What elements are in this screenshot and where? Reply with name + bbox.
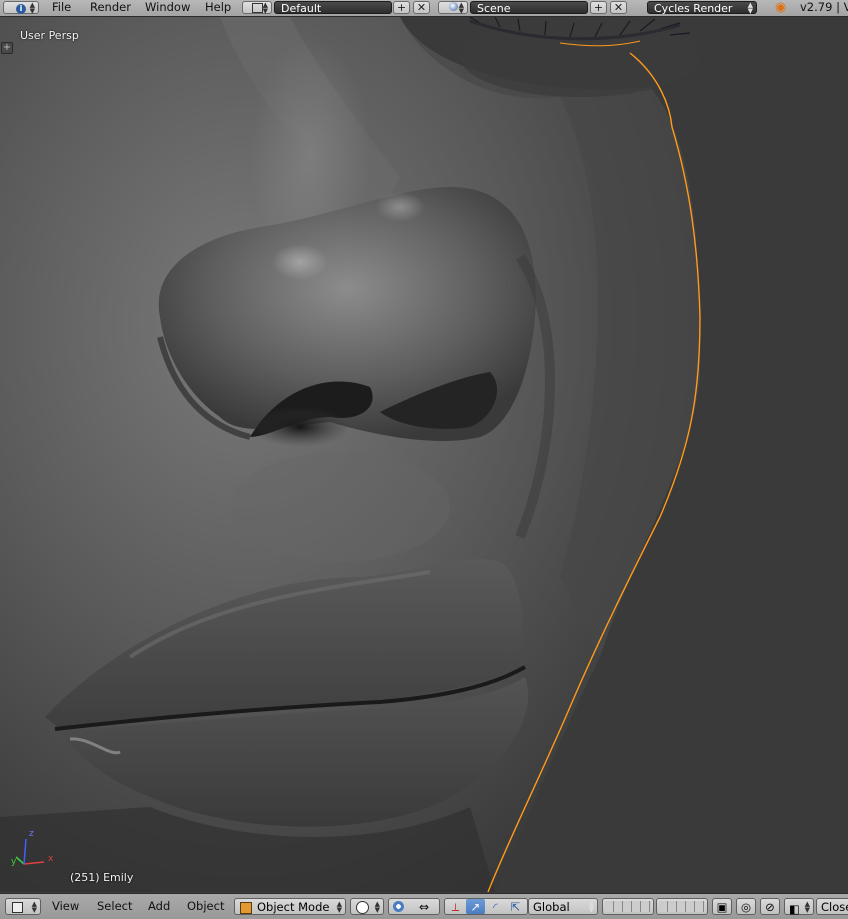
- render-circle-icon: ◎: [740, 900, 752, 914]
- editor-type-button[interactable]: ▲ ▼: [5, 898, 41, 915]
- editor-type-button[interactable]: i ▲ ▼: [3, 1, 39, 15]
- manipulator-toggle-icon[interactable]: ⟂: [446, 899, 465, 914]
- screen-layout-name: Default: [281, 2, 322, 15]
- render-engine-select[interactable]: Cycles Render ▲ ▼: [647, 1, 757, 15]
- updown-icon: ▲ ▼: [29, 1, 35, 15]
- info-header: i ▲ ▼ File Render Window Help ▲ ▼ Default …: [0, 0, 848, 17]
- pivot-manipulator-group[interactable]: ⇔: [388, 898, 440, 915]
- translate-arrow-icon[interactable]: ↗: [466, 899, 485, 914]
- transform-arrows-icon: ⇔: [419, 900, 430, 914]
- close-button[interactable]: Close: [816, 898, 848, 915]
- pivot-icon: [393, 901, 404, 912]
- scene-field[interactable]: Scene: [470, 1, 588, 15]
- updown-icon: ▲ ▼: [747, 1, 753, 15]
- render-preview-button[interactable]: ◎: [736, 898, 756, 915]
- manipulator-buttons: ⟂ ↗ ◜ ⇱: [444, 898, 528, 915]
- menu-select[interactable]: Select: [97, 894, 132, 919]
- version-label: v2.79 | V: [800, 0, 848, 14]
- add-screen-button[interactable]: +: [393, 1, 410, 14]
- menu-render[interactable]: Render: [90, 0, 131, 16]
- scale-icon[interactable]: ⇱: [506, 899, 525, 914]
- updown-icon: ▲ ▼: [374, 900, 380, 914]
- delete-scene-button[interactable]: ✕: [610, 1, 627, 14]
- updown-icon: ▲ ▼: [336, 900, 342, 914]
- active-object-label: (251) Emily: [70, 871, 134, 884]
- lock-camera-button[interactable]: ▣: [712, 898, 732, 915]
- screen-layout-icon-button[interactable]: ▲ ▼: [242, 1, 272, 15]
- snap-cube-icon: ◧: [789, 902, 800, 916]
- magnet-icon: ⊘: [765, 900, 775, 914]
- updown-icon: ▲ ▼: [31, 900, 37, 914]
- rotate-arc-icon[interactable]: ◜: [486, 899, 505, 914]
- sculpt-face-render: [0, 17, 701, 892]
- viewport-shading-select[interactable]: ▲ ▼: [350, 898, 384, 915]
- delete-screen-button[interactable]: ✕: [413, 1, 430, 14]
- cube-icon: [12, 902, 23, 913]
- mode-name: Object Mode: [257, 900, 330, 914]
- snap-button[interactable]: ⊘: [760, 898, 780, 915]
- render-engine-name: Cycles Render: [654, 2, 733, 15]
- region-toggle-plus-icon[interactable]: +: [1, 42, 13, 54]
- menu-object[interactable]: Object: [187, 894, 224, 919]
- layout-grid-icon: [251, 3, 263, 13]
- scene-icon-button[interactable]: ▲ ▼: [438, 1, 468, 15]
- layer-buttons-group-2[interactable]: [656, 898, 708, 915]
- add-scene-button[interactable]: +: [590, 1, 607, 14]
- updown-icon: ▲ ▼: [588, 900, 594, 914]
- plus-icon: +: [593, 1, 604, 14]
- layer-lock-icon: ▣: [716, 900, 728, 914]
- axis-x-label: x: [48, 854, 54, 864]
- orientation-name: Global: [533, 900, 570, 914]
- updown-icon: ▲ ▼: [262, 1, 268, 15]
- mode-select[interactable]: Object Mode ▲ ▼: [234, 898, 346, 915]
- scene-name: Scene: [477, 2, 511, 15]
- scene-icon: [448, 2, 458, 11]
- axis-y-label: y: [11, 857, 17, 867]
- axis-z-label: z: [29, 829, 34, 839]
- menu-window[interactable]: Window: [145, 0, 190, 16]
- snap-element-select[interactable]: ◧ ▲ ▼: [784, 898, 814, 916]
- updown-icon: ▲ ▼: [804, 900, 810, 914]
- view-label: User Persp: [20, 29, 79, 42]
- menu-help[interactable]: Help: [205, 0, 231, 16]
- solid-sphere-icon: [356, 901, 369, 914]
- close-label: Close: [821, 900, 848, 914]
- close-icon: ✕: [416, 1, 427, 14]
- close-icon: ✕: [613, 1, 624, 14]
- layers-grid-icon: [659, 901, 705, 912]
- info-icon: i: [16, 4, 26, 14]
- plus-icon: +: [396, 1, 407, 14]
- 3d-view-header: ▲ ▼ View Select Add Object Object Mode ▲ ▼…: [0, 893, 848, 919]
- blender-logo-icon: ◉: [775, 0, 787, 15]
- 3d-viewport[interactable]: + User Persp x y z (251) Emily: [0, 17, 848, 892]
- screen-layout-field[interactable]: Default: [274, 1, 392, 15]
- menu-file[interactable]: File: [52, 0, 71, 16]
- layer-buttons-group-1[interactable]: [602, 898, 654, 915]
- object-mode-icon: [240, 902, 252, 914]
- updown-icon: ▲ ▼: [458, 1, 464, 15]
- menu-view[interactable]: View: [52, 894, 79, 919]
- menu-add[interactable]: Add: [148, 894, 170, 919]
- layers-grid-icon: [605, 901, 651, 912]
- transform-orientation-select[interactable]: Global ▲ ▼: [528, 898, 598, 915]
